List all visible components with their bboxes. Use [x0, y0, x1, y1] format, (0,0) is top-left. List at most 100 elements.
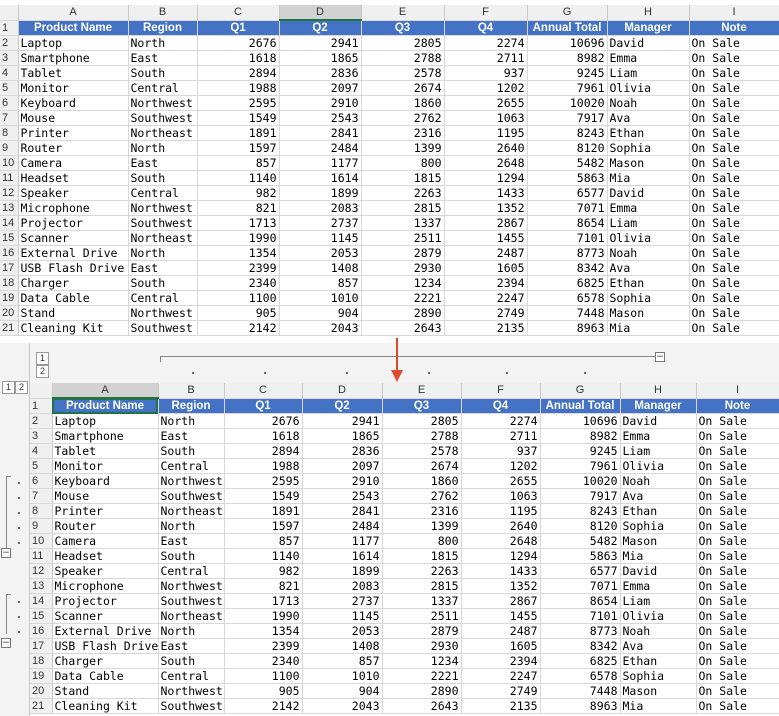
cell[interactable]: 2263	[361, 185, 445, 201]
cell[interactable]: Noah	[607, 245, 690, 261]
cell[interactable]: 2941	[279, 35, 362, 51]
cell[interactable]: 857	[197, 155, 280, 171]
cell[interactable]: 2142	[197, 320, 280, 336]
cell[interactable]: 2543	[279, 110, 362, 126]
cell[interactable]: Ava	[607, 260, 690, 276]
cell[interactable]: 1455	[444, 230, 528, 246]
cell[interactable]: 2595	[197, 95, 280, 111]
cell[interactable]: On Sale	[689, 155, 779, 171]
cell[interactable]: On Sale	[689, 290, 779, 306]
cell[interactable]: Northwest	[128, 95, 198, 111]
cell[interactable]: Northwest	[158, 578, 225, 594]
column-header-a[interactable]: A	[52, 383, 159, 399]
cell[interactable]: On Sale	[689, 245, 779, 261]
cell[interactable]: 2737	[302, 593, 383, 609]
cell[interactable]: 6825	[540, 653, 621, 669]
cell[interactable]: East	[128, 50, 198, 66]
cell[interactable]: 2083	[279, 200, 362, 216]
cell[interactable]: Charger	[18, 275, 129, 291]
row-group-1-collapse-button[interactable]: −	[1, 548, 11, 558]
cell[interactable]: Emma	[607, 50, 690, 66]
cell[interactable]: On Sale	[689, 185, 779, 201]
cell[interactable]: 2805	[361, 35, 445, 51]
cell[interactable]: 2394	[461, 653, 541, 669]
cell[interactable]: 2879	[382, 623, 462, 639]
cell[interactable]: 1891	[197, 125, 280, 141]
cell[interactable]: 904	[302, 683, 383, 699]
cell[interactable]: 1399	[382, 518, 462, 534]
cell[interactable]: 10020	[540, 473, 621, 489]
cell[interactable]: 2867	[461, 593, 541, 609]
cell[interactable]: 2340	[197, 275, 280, 291]
cell[interactable]: 1063	[461, 488, 541, 504]
row-number[interactable]: 4	[0, 65, 19, 81]
cell[interactable]: Mouse	[18, 110, 129, 126]
cell[interactable]: 2578	[361, 65, 445, 81]
cell[interactable]: 8963	[527, 320, 608, 336]
cell[interactable]: 2762	[361, 110, 445, 126]
cell[interactable]: 2053	[279, 245, 362, 261]
cell[interactable]: 2676	[197, 35, 280, 51]
column-header-d[interactable]: D	[279, 5, 362, 21]
cell[interactable]: Emma	[620, 428, 697, 444]
cell[interactable]: 1990	[224, 608, 303, 624]
cell[interactable]: 5482	[527, 155, 608, 171]
row-group-2-collapse-button[interactable]: −	[1, 638, 11, 648]
cell[interactable]: 8773	[527, 245, 608, 261]
cell[interactable]: 2910	[279, 95, 362, 111]
cell[interactable]: Emma	[620, 578, 697, 594]
cell[interactable]: Printer	[18, 125, 129, 141]
header-cell[interactable]: Product Name	[52, 398, 159, 414]
column-header-g[interactable]: G	[527, 5, 608, 21]
cell[interactable]: On Sale	[696, 593, 779, 609]
cell[interactable]: David	[620, 563, 697, 579]
cell[interactable]: 2655	[461, 473, 541, 489]
cell[interactable]: Cleaning Kit	[18, 320, 129, 336]
cell[interactable]: 2142	[224, 698, 303, 714]
cell[interactable]: 2135	[444, 320, 528, 336]
cell[interactable]: Scanner	[52, 608, 159, 624]
cell[interactable]: 1815	[361, 170, 445, 186]
column-header-i[interactable]: I	[696, 383, 779, 399]
cell[interactable]: 1202	[461, 458, 541, 474]
cell[interactable]: Southwest	[128, 110, 198, 126]
cell[interactable]: 1713	[224, 593, 303, 609]
cell[interactable]: 2511	[382, 608, 462, 624]
cell[interactable]: On Sale	[696, 698, 779, 714]
header-cell[interactable]: Product Name	[18, 20, 129, 36]
cell[interactable]: 7448	[540, 683, 621, 699]
cell[interactable]: 6578	[540, 668, 621, 684]
header-cell[interactable]: Annual Total	[540, 398, 621, 414]
cell[interactable]: 2788	[382, 428, 462, 444]
cell[interactable]: 2841	[279, 125, 362, 141]
row-number[interactable]: 13	[30, 578, 53, 594]
cell[interactable]: Mason	[607, 305, 690, 321]
cell[interactable]: 7071	[540, 578, 621, 594]
cell[interactable]: Microphone	[18, 200, 129, 216]
header-cell[interactable]: Q3	[382, 398, 462, 414]
cell[interactable]: 1408	[302, 638, 383, 654]
cell[interactable]: Noah	[620, 473, 697, 489]
row-number[interactable]: 6	[30, 473, 53, 489]
cell[interactable]: Central	[128, 80, 198, 96]
cell[interactable]: Olivia	[607, 230, 690, 246]
cell[interactable]: Mason	[607, 155, 690, 171]
cell[interactable]: 1865	[302, 428, 383, 444]
cell[interactable]: 1234	[382, 653, 462, 669]
column-header-c[interactable]: C	[224, 383, 303, 399]
cell[interactable]: 1455	[461, 608, 541, 624]
cell[interactable]: 2595	[224, 473, 303, 489]
cell[interactable]: Router	[18, 140, 129, 156]
cell[interactable]: Northwest	[128, 305, 198, 321]
header-cell[interactable]: Region	[128, 20, 198, 36]
cell[interactable]: Northwest	[158, 473, 225, 489]
cell[interactable]: 2676	[224, 413, 303, 429]
cell[interactable]: 2711	[461, 428, 541, 444]
cell[interactable]: On Sale	[696, 668, 779, 684]
cell[interactable]: 7961	[527, 80, 608, 96]
cell[interactable]: 6578	[527, 290, 608, 306]
row-number[interactable]: 3	[0, 50, 19, 66]
cell[interactable]: Northwest	[158, 683, 225, 699]
cell[interactable]: 9245	[527, 65, 608, 81]
cell[interactable]: 2674	[361, 80, 445, 96]
